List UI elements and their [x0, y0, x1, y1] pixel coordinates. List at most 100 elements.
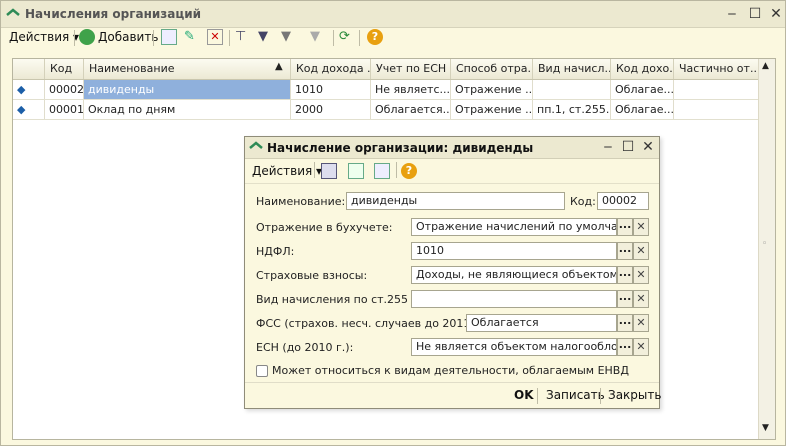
clear-icon[interactable]: ✕	[633, 338, 649, 356]
clear-icon[interactable]: ✕	[633, 266, 649, 284]
scroll-down-icon[interactable]: ▼	[762, 423, 769, 433]
select-button[interactable]: ...	[617, 242, 633, 260]
filter-list-icon[interactable]: ▼	[281, 29, 297, 45]
filter-clear-icon[interactable]: ▼	[310, 29, 326, 45]
select-button[interactable]: ...	[617, 218, 633, 236]
cell-code: 00002	[45, 80, 84, 99]
cell-method: Отражение ...	[451, 80, 533, 99]
select-button[interactable]: ...	[617, 314, 633, 332]
select-button[interactable]: ...	[617, 266, 633, 284]
cell-esn: Не являетс...	[371, 80, 451, 99]
cell-income-code: 2000	[291, 100, 371, 119]
cell-partial	[674, 100, 759, 119]
clear-icon[interactable]: ✕	[633, 314, 649, 332]
ok-button[interactable]: OK	[514, 388, 534, 402]
insurance-label: Страховые взносы:	[256, 269, 368, 282]
column-header-icon[interactable]	[13, 59, 45, 79]
refresh-icon[interactable]: ⟳	[339, 29, 355, 45]
filter-set-icon[interactable]: ⊤	[235, 29, 251, 45]
esn-label: ЕСН (до 2010 г.):	[256, 341, 354, 354]
envd-checkbox[interactable]	[256, 365, 268, 377]
filter-icon[interactable]: ▼	[258, 29, 274, 45]
minimize-icon[interactable]: ‒	[723, 5, 741, 23]
table-row[interactable]: ◆ 00001 Оклад по дням 2000 Облагается...…	[13, 100, 759, 120]
actions-menu[interactable]: Действия ▾	[9, 27, 79, 47]
column-header[interactable]: Вид начисл...	[533, 59, 611, 79]
row-type-icon: ◆	[13, 100, 45, 119]
column-header[interactable]: Способ отра...	[451, 59, 533, 79]
close-button[interactable]: Закрыть	[608, 388, 661, 402]
table-header: Код Наименование Код дохода ... Учет по …	[13, 59, 759, 80]
column-header[interactable]: Код дохода ...	[291, 59, 371, 79]
add-icon[interactable]	[79, 29, 95, 45]
app-icon	[249, 141, 263, 149]
column-header[interactable]: Наименование	[84, 59, 291, 79]
cell-esn: Облагается...	[371, 100, 451, 119]
kind255-field[interactable]	[411, 290, 617, 308]
edit-icon[interactable]: ✎	[184, 29, 200, 45]
toolbar-separator	[229, 30, 230, 46]
cell-name: дивиденды	[84, 80, 291, 99]
main-window: Начисления организаций ‒ ☐ ✕ Действия ▾ …	[0, 0, 786, 446]
column-header[interactable]: Код дохо...	[611, 59, 674, 79]
cell-method: Отражение ...	[451, 100, 533, 119]
scroll-up-icon[interactable]: ▲	[762, 61, 769, 71]
dialog-title: Начисление организации: дивиденды	[267, 141, 534, 155]
name-label: Наименование:	[256, 195, 346, 208]
help-icon[interactable]: ?	[367, 29, 383, 45]
table-row[interactable]: ◆ 00002 дивиденды 1010 Не являетс... Отр…	[13, 80, 759, 100]
insurance-field[interactable]: Доходы, не являющиеся объектом обл	[411, 266, 617, 284]
add-button[interactable]: Добавить	[98, 27, 158, 47]
window-title: Начисления организаций	[25, 7, 202, 21]
maximize-icon[interactable]: ☐	[619, 138, 637, 156]
clear-icon[interactable]: ✕	[633, 242, 649, 260]
toolbar-separator	[333, 30, 334, 46]
close-icon[interactable]: ✕	[767, 5, 785, 23]
scroll-thumb[interactable]: ◦	[762, 239, 767, 249]
select-button[interactable]: ...	[617, 338, 633, 356]
column-header[interactable]: Частично от...	[674, 59, 759, 79]
toolbar-separator	[314, 162, 315, 178]
clear-icon[interactable]: ✕	[633, 218, 649, 236]
help-icon[interactable]: ?	[401, 163, 417, 179]
cell-kind: пп.1, ст.255...	[533, 100, 611, 119]
toolbar-separator	[74, 30, 75, 46]
select-button[interactable]: ...	[617, 290, 633, 308]
close-icon[interactable]: ✕	[639, 138, 657, 156]
code-input[interactable]: 00002	[597, 192, 649, 210]
dialog-actions-menu[interactable]: Действия ▾	[252, 161, 322, 181]
code-label: Код:	[570, 195, 596, 208]
save-button[interactable]: Записать	[546, 388, 605, 402]
accounting-field[interactable]: Отражение начислений по умолчанию	[411, 218, 617, 236]
name-input[interactable]: дивиденды	[346, 192, 565, 210]
vertical-scrollbar[interactable]: ▲ ◦ ▼	[758, 59, 775, 439]
toolbar-separator	[396, 162, 397, 178]
esn-field[interactable]: Не является объектом налогообложен	[411, 338, 617, 356]
column-header[interactable]: Код	[45, 59, 84, 79]
column-header[interactable]: Учет по ЕСН	[371, 59, 451, 79]
maximize-icon[interactable]: ☐	[746, 5, 764, 23]
copy-icon[interactable]	[161, 29, 177, 45]
copy-icon[interactable]	[374, 163, 390, 179]
button-separator	[537, 388, 538, 404]
cell-kind	[533, 80, 611, 99]
delete-icon[interactable]: ✕	[207, 29, 223, 45]
actions-label: Действия	[252, 164, 313, 178]
clear-icon[interactable]: ✕	[633, 290, 649, 308]
post-icon[interactable]	[321, 163, 337, 179]
minimize-icon[interactable]: ‒	[599, 138, 617, 156]
dialog-divider	[245, 382, 659, 383]
dialog-titlebar: Начисление организации: дивиденды ‒ ☐ ✕	[245, 137, 659, 159]
sort-icon: ▲	[275, 61, 283, 72]
ndfl-field[interactable]: 1010	[411, 242, 617, 260]
toolbar-separator	[359, 30, 360, 46]
window-titlebar: Начисления организаций ‒ ☐ ✕	[1, 1, 785, 28]
fss-field[interactable]: Облагается	[466, 314, 617, 332]
actions-label: Действия	[9, 30, 70, 44]
cell-code2: Облагае...	[611, 80, 674, 99]
kind255-label: Вид начисления по ст.255 НК:	[256, 293, 432, 306]
structure-icon[interactable]	[348, 163, 364, 179]
cell-name: Оклад по дням	[84, 100, 291, 119]
app-icon	[6, 8, 20, 16]
main-toolbar: Действия ▾ Добавить ✎ ✕ ⊤ ▼ ▼ ▼ ⟳ ?	[1, 27, 785, 49]
